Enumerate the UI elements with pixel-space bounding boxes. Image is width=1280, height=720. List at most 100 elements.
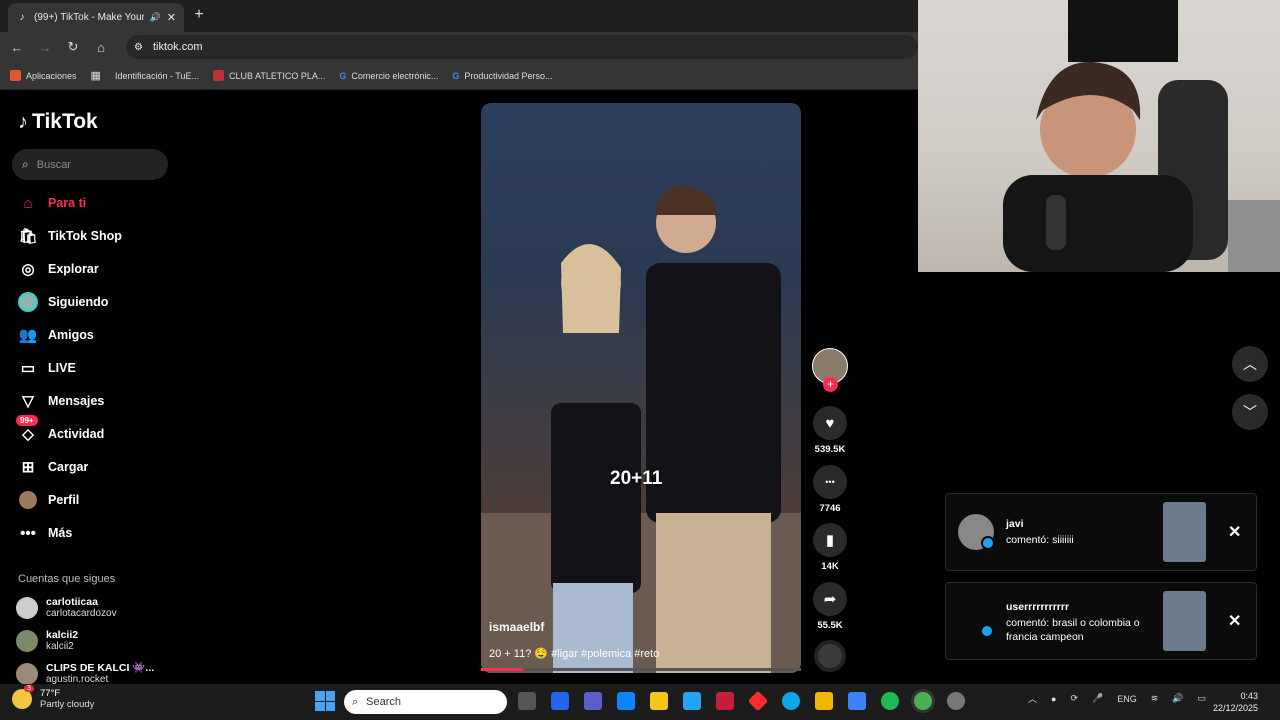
site-info-icon[interactable]: ⚙ <box>134 42 143 53</box>
back-icon[interactable]: ← <box>8 38 26 56</box>
new-tab-button[interactable]: + <box>190 6 208 24</box>
bookmark-productividad[interactable]: G Productividad Perso... <box>452 71 552 81</box>
bookmark-identificacion[interactable]: Identificación - TuE... <box>115 71 199 81</box>
browser-tab[interactable]: ♪ (99+) TikTok - Make Your Da 🔊 ✕ <box>8 3 184 32</box>
taskbar-search[interactable]: ⌕ Search <box>344 690 507 714</box>
notification-user: userrrrrrrrrrr <box>1006 601 1070 613</box>
friends-icon: 👥 <box>18 327 38 344</box>
like-action[interactable]: ♥ 539.5K <box>813 406 847 455</box>
wifi-icon[interactable]: ≋ <box>1151 693 1159 704</box>
following-account[interactable]: carlotiicaa carlotacardozov <box>16 596 176 620</box>
bookmark-club[interactable]: CLUB ATLETICO PLA... <box>212 70 325 81</box>
bookmark-grid[interactable]: ▦ <box>91 69 101 82</box>
tiktok-note-icon: ♪ <box>18 110 28 133</box>
search-icon: ⌕ <box>352 695 359 708</box>
spotify-icon[interactable] <box>881 692 899 710</box>
notification-card[interactable]: javi comentó: siiiiiii ✕ <box>945 493 1257 571</box>
verified-badge-icon <box>980 624 994 638</box>
save-count: 14K <box>821 561 839 572</box>
weather-widget[interactable]: 3 77°F Partly cloudy <box>12 685 94 710</box>
next-video-button[interactable]: ﹀ <box>1232 394 1268 430</box>
nav-explorar[interactable]: ◎ Explorar <box>18 257 178 281</box>
grid-icon: ▦ <box>90 70 101 82</box>
nav-perfil[interactable]: Perfil <box>18 488 178 512</box>
notification-card[interactable]: userrrrrrrrrrr comentó: brasil o colombi… <box>945 582 1257 660</box>
nav-mensajes[interactable]: ▽ Mensajes <box>18 389 178 413</box>
shop-icon: 🛍 <box>18 228 38 245</box>
previous-video-button[interactable]: ︿ <box>1232 346 1268 382</box>
video-player[interactable] <box>481 103 801 673</box>
windows-logo-icon <box>315 691 325 701</box>
windows-logo-icon <box>315 701 325 711</box>
obs-icon[interactable] <box>947 692 965 710</box>
home-icon: ⌂ <box>23 194 33 212</box>
comment-icon[interactable]: ••• <box>813 465 847 499</box>
nav-live[interactable]: ▭ LIVE <box>18 356 178 380</box>
notification-message: comentó: siiiiiii <box>1006 534 1074 546</box>
tab-close-icon[interactable]: ✕ <box>167 11 176 24</box>
language-indicator[interactable]: ENG <box>1117 694 1137 704</box>
forward-icon[interactable]: → <box>36 38 54 56</box>
start-button[interactable] <box>315 691 335 711</box>
address-bar[interactable]: ⚙ tiktok.com <box>126 35 918 59</box>
notification-message: comentó: brasil o colombia o francia cam… <box>1006 617 1140 643</box>
upload-icon: ⊞ <box>21 459 35 476</box>
copilot-icon[interactable] <box>551 692 569 710</box>
chrome-icon[interactable] <box>914 692 932 710</box>
following-account[interactable]: kalcii2 kalcii2 <box>16 629 176 653</box>
microphone-icon[interactable]: 🎤 <box>1092 693 1103 704</box>
avatar <box>16 630 38 652</box>
system-tray: ︿ ● ⟳ 🎤 ENG ≋ 🔊 ▭ <box>1028 692 1206 705</box>
nav-siguiendo[interactable]: Siguiendo <box>18 290 178 314</box>
video-caption: 20 + 11? 🤤 #ligar #polemica #reto <box>489 648 660 660</box>
sync-icon[interactable]: ⟳ <box>1070 693 1078 704</box>
video-frame-image <box>481 185 801 673</box>
follow-button[interactable]: + <box>823 377 838 392</box>
close-icon[interactable]: ✕ <box>1228 522 1241 542</box>
home-button-icon[interactable]: ⌂ <box>92 38 110 56</box>
speaker-icon[interactable]: 🔊 <box>150 12 161 23</box>
g-app-icon[interactable] <box>848 692 866 710</box>
bookmark-icon[interactable]: ▮ <box>813 523 847 557</box>
notes-icon[interactable] <box>650 692 668 710</box>
heart-icon[interactable]: ♥ <box>813 406 847 440</box>
share-action[interactable]: ➦ 55.5K <box>813 582 847 631</box>
nav-para-ti[interactable]: ⌂ Para ti <box>18 191 178 215</box>
bookmark-apps[interactable]: Aplicaciones <box>10 70 77 81</box>
tray-app-icon[interactable]: ● <box>1051 694 1056 704</box>
comment-action[interactable]: ••• 7746 <box>813 465 847 514</box>
search-input[interactable]: ⌕ Buscar <box>12 149 168 180</box>
volume-icon[interactable]: 🔊 <box>1172 693 1183 704</box>
teams-icon[interactable] <box>584 692 602 710</box>
mcafee-icon[interactable] <box>716 692 734 710</box>
music-disc-icon[interactable] <box>814 640 846 672</box>
notification-thumbnail[interactable] <box>1163 502 1206 562</box>
nav-cargar[interactable]: ⊞ Cargar <box>18 455 178 479</box>
bookmark-comercio[interactable]: G Comercio electrónic... <box>339 71 438 81</box>
video-author[interactable]: ismaaelbf <box>489 620 544 634</box>
nav-mas[interactable]: ••• Más <box>18 521 178 545</box>
nav-actividad[interactable]: ◇ 99+ Actividad <box>16 415 178 446</box>
chevron-down-icon: ﹀ <box>1243 404 1257 420</box>
battery-icon[interactable]: ▭ <box>1198 693 1207 704</box>
edge-icon[interactable] <box>782 692 800 710</box>
close-icon[interactable]: ✕ <box>1228 611 1241 631</box>
nav-amigos[interactable]: 👥 Amigos <box>18 323 178 347</box>
nav-tiktok-shop[interactable]: 🛍 TikTok Shop <box>18 224 178 248</box>
following-account[interactable]: CLIPS DE KALCI 👾... agustin.rocket <box>16 662 176 686</box>
compass-icon: ◎ <box>21 261 35 278</box>
notification-thumbnail[interactable] <box>1163 591 1206 651</box>
share-icon[interactable]: ➦ <box>813 582 847 616</box>
helper-icon[interactable] <box>683 692 701 710</box>
file-explorer-icon[interactable] <box>815 692 833 710</box>
store-icon[interactable] <box>617 692 635 710</box>
more-icon: ••• <box>20 524 36 542</box>
clock[interactable]: 0:43 22/12/2025 <box>1213 690 1258 714</box>
video-progress-track[interactable] <box>481 668 801 671</box>
save-action[interactable]: ▮ 14K <box>813 523 847 572</box>
video-overlay-text: 20+11 <box>610 468 663 489</box>
tiktok-logo[interactable]: ♪ TikTok <box>18 110 98 134</box>
reload-icon[interactable]: ↻ <box>64 38 82 56</box>
task-view-icon[interactable] <box>518 692 536 710</box>
tray-chevron-icon[interactable]: ︿ <box>1028 692 1037 705</box>
